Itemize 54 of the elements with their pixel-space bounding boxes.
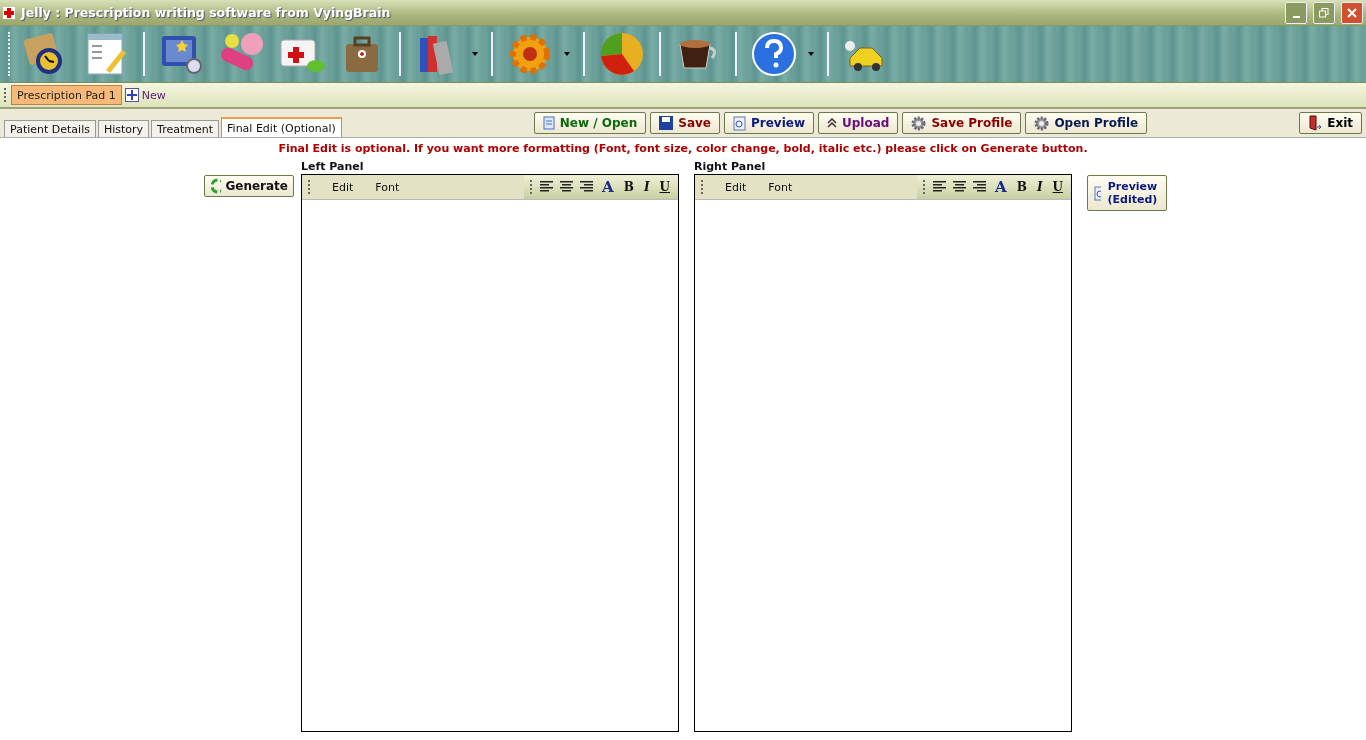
medical-cross-icon bbox=[3, 6, 15, 19]
action-button[interactable]: Save bbox=[650, 112, 720, 134]
close-icon bbox=[1347, 7, 1357, 18]
tab[interactable]: History bbox=[97, 120, 150, 137]
action-button[interactable]: Upload bbox=[818, 112, 899, 134]
document-icon bbox=[542, 116, 555, 130]
action-button[interactable]: Preview bbox=[724, 112, 814, 134]
action-button[interactable]: Save Profile bbox=[902, 112, 1022, 134]
preview-edited-button[interactable]: Preview (Edited) bbox=[1087, 175, 1167, 211]
action-button[interactable]: New / Open bbox=[533, 112, 647, 134]
document-tab[interactable]: Prescription Pad 1 bbox=[11, 85, 122, 105]
menu-item[interactable]: Edit bbox=[330, 180, 356, 194]
close-button[interactable] bbox=[1341, 1, 1363, 24]
help-icon[interactable] bbox=[750, 30, 798, 78]
format-button[interactable]: B bbox=[1014, 180, 1029, 194]
tab[interactable]: Final Edit (Optional) bbox=[221, 117, 342, 137]
format-button[interactable]: U bbox=[1050, 180, 1065, 194]
caret-icon[interactable] bbox=[472, 52, 478, 56]
menu-item[interactable]: Font bbox=[766, 180, 795, 194]
format-button[interactable]: I bbox=[1034, 180, 1045, 194]
double-chevron-up-icon bbox=[827, 118, 837, 128]
align-right-icon[interactable] bbox=[973, 181, 988, 193]
new-link[interactable]: New bbox=[141, 88, 166, 102]
align-right-icon[interactable] bbox=[580, 181, 595, 193]
format-button[interactable]: U bbox=[657, 180, 672, 194]
panel-title: Left Panel bbox=[301, 160, 365, 174]
format-button[interactable]: B bbox=[621, 180, 636, 194]
notice-text: Final Edit is optional. If you want more formatting (Font, font size, color change, bold, italic etc.) please click on Generate button. bbox=[277, 142, 1089, 155]
menu-item[interactable]: Edit bbox=[723, 180, 749, 194]
align-left-icon[interactable] bbox=[933, 181, 948, 193]
minimize-icon bbox=[1292, 15, 1300, 18]
restore-button[interactable] bbox=[1313, 1, 1335, 24]
plus-icon[interactable] bbox=[124, 88, 139, 102]
caret-icon[interactable] bbox=[808, 52, 814, 56]
menu-item[interactable]: Font bbox=[373, 180, 402, 194]
restore-icon bbox=[1319, 7, 1329, 18]
tab[interactable]: Patient Details bbox=[4, 120, 96, 137]
door-exit-icon bbox=[1308, 115, 1323, 131]
align-left-icon[interactable] bbox=[540, 181, 555, 193]
align-center-icon[interactable] bbox=[560, 181, 575, 193]
format-button[interactable]: A bbox=[600, 178, 616, 196]
tab[interactable]: Treatment bbox=[151, 120, 220, 137]
action-button[interactable]: Open Profile bbox=[1025, 112, 1148, 134]
panel-title: Right Panel bbox=[694, 160, 767, 174]
align-center-icon[interactable] bbox=[953, 181, 968, 193]
caret-icon[interactable] bbox=[564, 52, 570, 56]
window-title: Jelly : Prescription writing software from VyingBrain bbox=[21, 5, 392, 20]
format-button[interactable]: A bbox=[993, 178, 1009, 196]
gear-icon bbox=[1034, 115, 1050, 131]
generate-button[interactable]: Generate bbox=[204, 175, 294, 197]
minimize-button[interactable] bbox=[1285, 1, 1307, 24]
action-button[interactable]: Exit bbox=[1299, 112, 1362, 134]
gear-icon bbox=[911, 115, 927, 131]
format-button[interactable]: I bbox=[641, 180, 652, 194]
